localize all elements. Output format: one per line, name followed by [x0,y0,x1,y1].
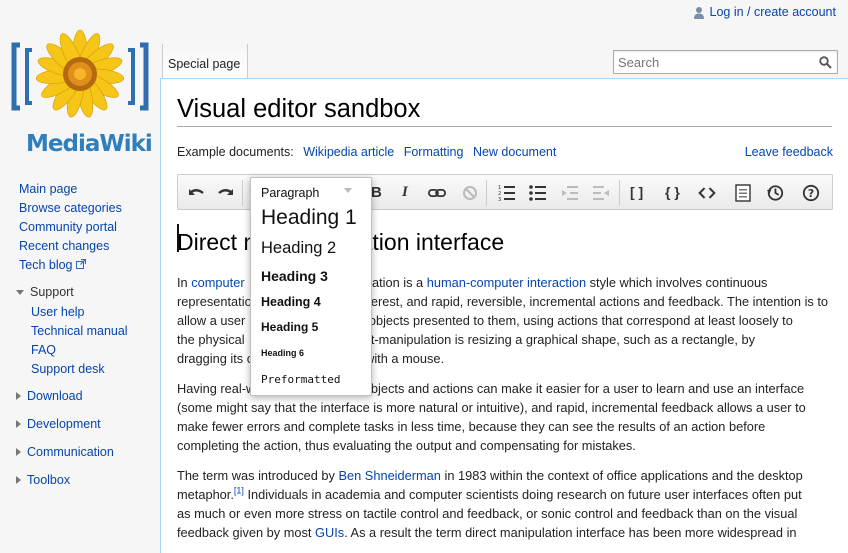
help-icon: ? [802,184,820,202]
format-dropdown-menu[interactable]: Paragraph Heading 1 Heading 2 Heading 3 … [250,177,372,396]
tech-blog-label[interactable]: Tech blog [19,258,73,272]
login-label[interactable]: Log in / create account [710,5,836,19]
toolbox-heading[interactable]: Toolbox [27,473,70,487]
format-option-preformatted[interactable]: Preformatted [261,373,340,386]
format-option-heading-1[interactable]: Heading 1 [261,206,357,230]
chevron-right-icon [16,448,21,456]
sidebar-item-browse-categories[interactable]: Browse categories [19,201,122,215]
undo-icon [189,189,204,195]
sidebar-item-technical-manual[interactable]: Technical manual [31,324,128,338]
clear-formatting-button[interactable] [461,184,479,202]
examples-label: Example documents: [177,145,294,159]
chevron-down-icon [16,289,24,295]
code-icon [698,187,716,199]
outdent-button[interactable] [561,184,579,202]
tab-special-page[interactable]: Special page [162,44,248,79]
login-link[interactable]: Log in / create account [693,5,836,19]
svg-text:3: 3 [498,197,501,202]
numbered-list-button[interactable]: 123 [498,184,516,202]
heading-text-end: ation interface [359,229,505,255]
leave-feedback-link[interactable]: Leave feedback [745,145,833,159]
toolbar-divider [619,180,620,206]
sidebar-item-community-portal[interactable]: Community portal [19,220,117,234]
logo-wordmark: MediaWiki [26,131,153,157]
example-formatting-link[interactable]: Formatting [404,145,464,159]
format-option-heading-6[interactable]: Heading 6 [261,348,304,358]
link-icon [428,188,446,198]
search-box[interactable] [613,50,838,74]
sidebar-item-tech-blog[interactable]: Tech blog [19,258,86,272]
help-button[interactable]: ? [802,184,820,202]
user-icon [693,6,705,19]
link-button[interactable] [428,184,446,202]
page-icon [735,184,751,202]
sidebar-item-support-desk[interactable]: Support desk [31,362,105,376]
development-heading[interactable]: Development [27,417,101,431]
example-documents-bar: Example documents: Wikipedia article For… [177,145,833,159]
template-button[interactable]: { } [665,184,680,200]
toolbar-divider [242,180,243,206]
sidebar-section-support[interactable]: Support [16,285,74,299]
sidebar-section-communication[interactable]: Communication [16,445,114,459]
guis-link[interactable]: GUIs [315,525,344,540]
sidebar-item-recent-changes[interactable]: Recent changes [19,239,109,253]
mediawiki-logo[interactable]: MediaWiki [10,20,153,157]
download-heading[interactable]: Download [27,389,83,403]
undo-button[interactable] [188,184,206,202]
sidebar-section-development[interactable]: Development [16,417,101,431]
bold-button[interactable]: B [371,184,382,201]
indent-button[interactable] [592,184,610,202]
format-option-heading-5[interactable]: Heading 5 [261,320,318,334]
paragraph: The term was introduced by Ben Shneiderm… [177,468,803,540]
format-option-heading-2[interactable]: Heading 2 [261,239,336,258]
sidebar-section-toolbox[interactable]: Toolbox [16,473,70,487]
computer-link[interactable]: computer [191,275,244,290]
external-link-icon [75,258,86,272]
page-settings-button[interactable] [734,184,752,202]
ben-shneiderman-link[interactable]: Ben Shneiderman [338,468,440,483]
example-wikipedia-article-link[interactable]: Wikipedia article [303,145,394,159]
history-button[interactable] [766,184,784,202]
redo-button[interactable] [216,184,234,202]
communication-heading[interactable]: Communication [27,445,114,459]
svg-text:?: ? [808,187,814,200]
outdent-icon [562,186,578,200]
source-code-button[interactable] [698,184,716,202]
chevron-right-icon [16,476,21,484]
clear-icon [463,186,477,200]
format-option-heading-4[interactable]: Heading 4 [261,295,321,309]
page-title: Visual editor sandbox [177,95,832,127]
indent-icon [593,186,609,200]
bulleted-list-icon [529,185,546,201]
sidebar-item-faq[interactable]: FAQ [31,343,56,357]
chevron-right-icon [16,392,21,400]
chevron-down-icon [344,188,352,193]
format-option-paragraph[interactable]: Paragraph [261,186,319,200]
reference-1[interactable]: [1] [234,486,244,496]
sunflower-logo-graphic [11,29,149,118]
chevron-right-icon [16,420,21,428]
sidebar-section-download[interactable]: Download [16,389,83,403]
sidebar-item-main-page[interactable]: Main page [19,182,77,196]
human-computer-interaction-link[interactable]: human-computer interaction [427,275,586,290]
history-icon [766,185,784,201]
numbered-list-icon: 123 [498,185,515,202]
tab-special-page-label[interactable]: Special page [168,57,240,71]
search-icon[interactable] [819,56,832,72]
bulleted-list-button[interactable] [529,184,547,202]
reference-button[interactable]: [ ] [630,184,643,200]
example-new-document-link[interactable]: New document [473,145,556,159]
search-input[interactable] [618,53,813,71]
support-heading: Support [30,285,74,299]
toolbar-divider [486,180,487,206]
format-option-heading-3[interactable]: Heading 3 [261,268,328,284]
redo-icon [218,189,233,195]
italic-button[interactable]: I [402,184,408,201]
sidebar-item-user-help[interactable]: User help [31,305,85,319]
